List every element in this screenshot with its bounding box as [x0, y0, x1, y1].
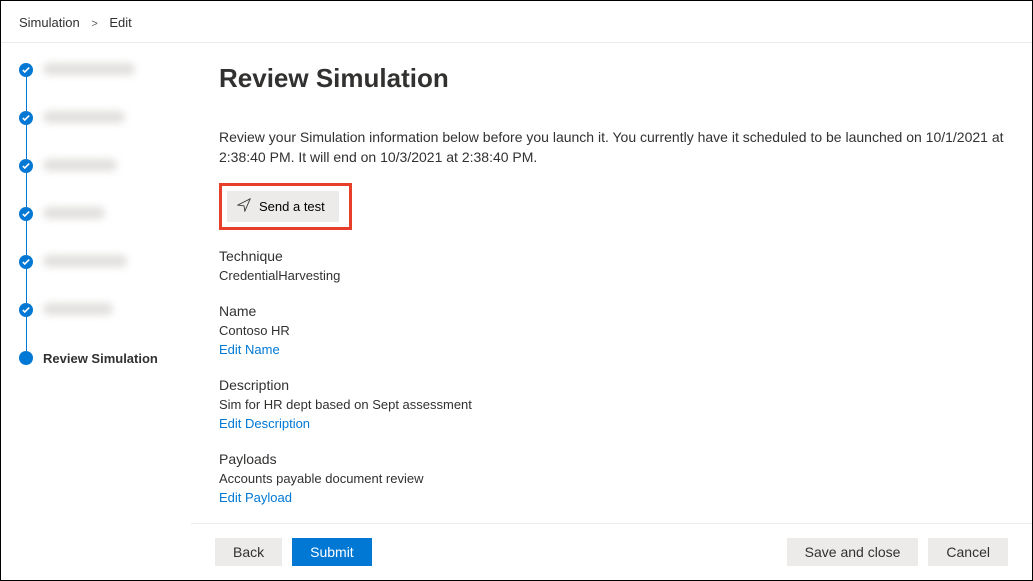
chevron-right-icon: > [91, 18, 97, 30]
wizard-footer: Back Submit Save and close Cancel [191, 523, 1032, 580]
wizard-step[interactable] [19, 303, 191, 351]
checkmark-icon [19, 255, 33, 269]
payloads-value: Accounts payable document review [219, 471, 1008, 486]
page-description: Review your Simulation information below… [219, 128, 1008, 167]
wizard-step[interactable] [19, 63, 191, 111]
current-step-dot-icon [19, 351, 33, 365]
description-value: Sim for HR dept based on Sept assessment [219, 397, 1008, 412]
name-label: Name [219, 303, 1008, 319]
edit-name-link[interactable]: Edit Name [219, 342, 1008, 357]
payloads-label: Payloads [219, 451, 1008, 467]
send-icon [237, 198, 251, 215]
send-test-button[interactable]: Send a test [227, 191, 339, 222]
name-value: Contoso HR [219, 323, 1008, 338]
step-label-blurred [43, 303, 113, 315]
send-test-label: Send a test [259, 199, 325, 214]
step-label-blurred [43, 111, 125, 123]
technique-value: CredentialHarvesting [219, 268, 1008, 283]
description-label: Description [219, 377, 1008, 393]
checkmark-icon [19, 111, 33, 125]
checkmark-icon [19, 63, 33, 77]
wizard-sidebar: Review Simulation [1, 43, 191, 523]
cancel-button[interactable]: Cancel [928, 538, 1008, 566]
step-label-blurred [43, 159, 117, 171]
step-label-blurred [43, 255, 127, 267]
breadcrumb: Simulation > Edit [1, 1, 1032, 43]
wizard-step[interactable] [19, 159, 191, 207]
breadcrumb-parent[interactable]: Simulation [19, 15, 80, 30]
page-title: Review Simulation [219, 63, 1008, 94]
payloads-section: Payloads Accounts payable document revie… [219, 451, 1008, 505]
breadcrumb-current: Edit [109, 15, 131, 30]
main-content: Review Simulation Review your Simulation… [191, 43, 1032, 523]
step-label-blurred [43, 63, 135, 75]
technique-label: Technique [219, 248, 1008, 264]
edit-description-link[interactable]: Edit Description [219, 416, 1008, 431]
description-section: Description Sim for HR dept based on Sep… [219, 377, 1008, 431]
send-test-highlight: Send a test [219, 183, 352, 230]
wizard-step[interactable] [19, 255, 191, 303]
checkmark-icon [19, 159, 33, 173]
checkmark-icon [19, 303, 33, 317]
name-section: Name Contoso HR Edit Name [219, 303, 1008, 357]
step-label-blurred [43, 207, 105, 219]
save-and-close-button[interactable]: Save and close [787, 538, 919, 566]
step-label: Review Simulation [43, 351, 158, 366]
back-button[interactable]: Back [215, 538, 282, 566]
submit-button[interactable]: Submit [292, 538, 372, 566]
wizard-step[interactable] [19, 111, 191, 159]
checkmark-icon [19, 207, 33, 221]
wizard-step-current[interactable]: Review Simulation [19, 351, 191, 399]
edit-payload-link[interactable]: Edit Payload [219, 490, 1008, 505]
technique-section: Technique CredentialHarvesting [219, 248, 1008, 283]
wizard-step[interactable] [19, 207, 191, 255]
